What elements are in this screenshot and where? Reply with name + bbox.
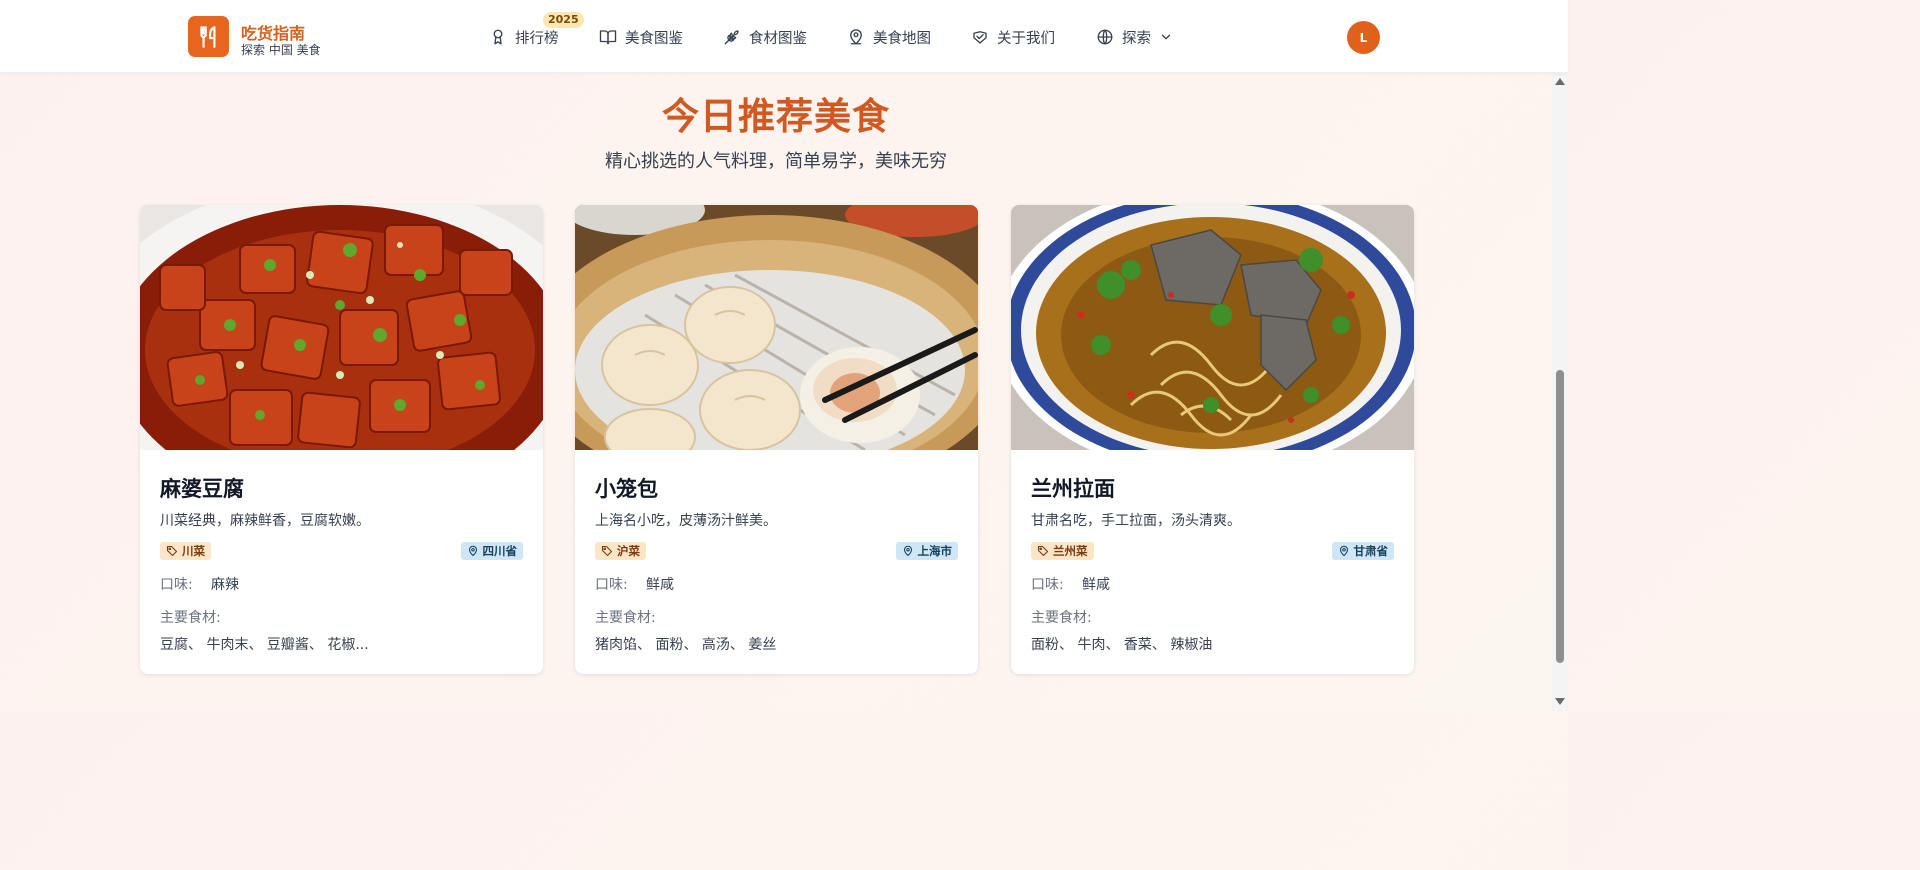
user-avatar[interactable]: L: [1347, 21, 1380, 54]
region-tag-label: 甘肃省: [1353, 544, 1389, 558]
book-open-icon: [599, 30, 617, 45]
taste-label: 口味:: [160, 577, 193, 593]
nav-item-explore[interactable]: 探索: [1096, 26, 1173, 48]
ingredients-value: 猪肉馅、 面粉、 高汤、 姜丝: [595, 637, 777, 653]
taste-label: 口味:: [595, 577, 628, 593]
tag-icon: [601, 545, 613, 557]
nav-item-ingredient-guide[interactable]: 食材图鉴: [723, 26, 807, 48]
top-navigation: 吃货指南 探索 中国 美食 2025 排行榜 美食图鉴 食材图鉴 美食地图 关于…: [0, 0, 1568, 73]
taste-value: 鲜咸: [1082, 577, 1110, 593]
nav-item-about[interactable]: 关于我们: [971, 26, 1055, 48]
dish-description: 川菜经典，麻辣鲜香，豆腐软嫩。: [160, 513, 370, 529]
cuisine-tag-label: 川菜: [182, 544, 205, 558]
map-pin-icon: [1339, 545, 1348, 557]
nav-item-label: 探索: [1122, 30, 1151, 47]
dish-name: 兰州拉面: [1031, 477, 1115, 501]
page-title: 今日推荐美食: [662, 95, 890, 138]
dish-photo-lanzhou-noodles: [1011, 205, 1414, 450]
map-pin-icon: [468, 545, 477, 557]
brand-subtitle: 探索 中国 美食: [241, 43, 321, 57]
map-pin-user-icon: [850, 29, 862, 45]
dish-name: 麻婆豆腐: [160, 477, 244, 501]
brand-logo[interactable]: [188, 16, 229, 57]
nav-item-food-map[interactable]: 美食地图: [847, 26, 931, 48]
ingredients-label: 主要食材:: [1031, 610, 1092, 626]
taste-value: 麻辣: [211, 577, 239, 593]
scroll-down-arrow[interactable]: [1555, 698, 1565, 705]
region-tag[interactable]: 上海市: [895, 542, 958, 560]
ingredients-label: 主要食材:: [160, 610, 221, 626]
ingredients-value: 豆腐、 牛肉末、 豆瓣酱、 花椒...: [160, 637, 369, 653]
fork-knife-icon: [199, 25, 215, 48]
ingredients-label: 主要食材:: [595, 610, 656, 626]
region-tag[interactable]: 四川省: [460, 542, 523, 560]
nav-item-label: 美食图鉴: [625, 30, 683, 47]
nav-item-label: 美食地图: [873, 30, 931, 47]
dish-photo-mapo-tofu: [140, 205, 543, 450]
handshake-icon: [973, 31, 987, 44]
cuisine-tag[interactable]: 川菜: [160, 542, 211, 560]
award-icon: [493, 29, 503, 45]
dish-card-mapo-tofu[interactable]: 麻婆豆腐 川菜经典，麻辣鲜香，豆腐软嫩。 川菜 四川省 口味: 麻辣 主要食材:…: [140, 205, 543, 674]
cuisine-tag-label: 兰州菜: [1053, 544, 1088, 558]
dish-card-xiaolongbao[interactable]: 小笼包 上海名小吃，皮薄汤汁鲜美。 沪菜 上海市 口味: 鲜咸 主要食材: 猪肉…: [575, 205, 978, 674]
chevron-down-icon: [1161, 34, 1171, 40]
dish-name: 小笼包: [595, 477, 658, 501]
scrollbar-thumb[interactable]: [1556, 370, 1564, 663]
nav-item-ranking[interactable]: 排行榜: [489, 26, 559, 48]
dish-photo-xiaolongbao: [575, 205, 978, 450]
nav-item-dish-guide[interactable]: 美食图鉴: [599, 26, 683, 48]
dish-description: 上海名小吃，皮薄汤汁鲜美。: [595, 513, 777, 529]
cuisine-tag-label: 沪菜: [617, 544, 640, 558]
globe-icon: [1097, 29, 1113, 45]
cuisine-tag[interactable]: 沪菜: [595, 542, 646, 560]
nav-item-label: 关于我们: [997, 30, 1055, 47]
region-tag-label: 上海市: [917, 544, 953, 558]
tag-icon: [1037, 545, 1049, 557]
page-subtitle: 精心挑选的人气料理，简单易学，美味无穷: [605, 151, 947, 172]
region-tag[interactable]: 甘肃省: [1331, 542, 1394, 560]
ingredients-value: 面粉、 牛肉、 香菜、 辣椒油: [1031, 637, 1213, 653]
nav-item-label: 食材图鉴: [749, 30, 807, 47]
page-scrollbar[interactable]: [1552, 73, 1568, 711]
wheat-icon: [724, 30, 739, 45]
region-tag-label: 四川省: [482, 544, 518, 558]
tag-icon: [166, 545, 178, 557]
taste-label: 口味:: [1031, 577, 1064, 593]
dish-description: 甘肃名吃，手工拉面，汤头清爽。: [1031, 513, 1241, 529]
scroll-up-arrow[interactable]: [1555, 78, 1565, 85]
nav-item-label: 排行榜: [515, 30, 559, 47]
dish-card-lanzhou-noodles[interactable]: 兰州拉面 甘肃名吃，手工拉面，汤头清爽。 兰州菜 甘肃省 口味: 鲜咸 主要食材…: [1011, 205, 1414, 674]
map-pin-icon: [903, 545, 912, 557]
taste-value: 鲜咸: [646, 577, 674, 593]
cuisine-tag[interactable]: 兰州菜: [1031, 542, 1094, 560]
